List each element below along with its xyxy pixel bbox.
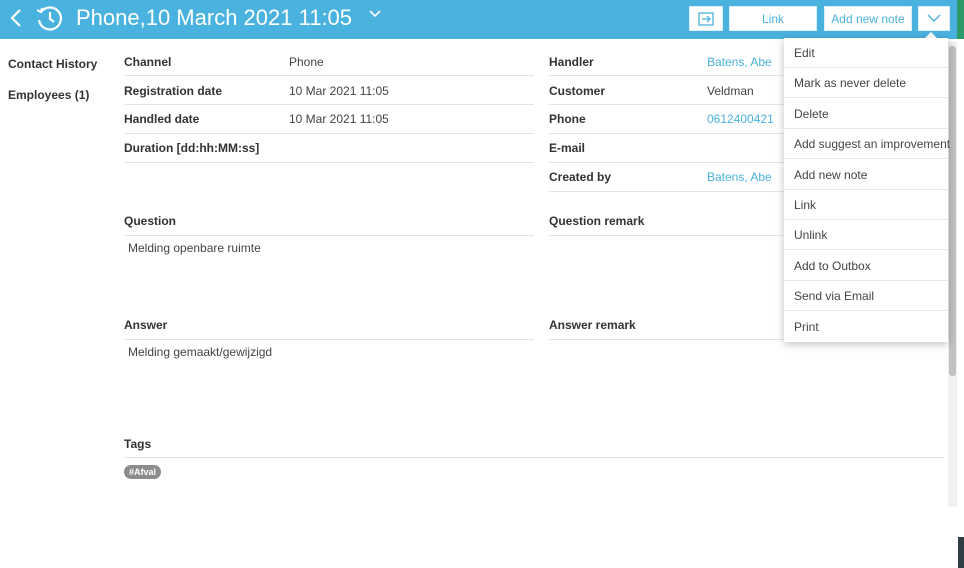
menu-item-add-new-note[interactable]: Add new note (784, 160, 948, 190)
header-bar: Phone,10 March 2021 11:05 Link Add new n… (0, 0, 964, 39)
divider (549, 339, 784, 340)
menu-item-add-to-outbox[interactable]: Add to Outbox (784, 251, 948, 281)
side-accent (957, 0, 964, 39)
history-clock-icon (36, 6, 62, 31)
tag-badge[interactable]: #Afval (124, 465, 162, 479)
handler-label: Handler (549, 55, 594, 69)
customer-value: Veldman (707, 84, 754, 98)
duration-label: Duration [dd:hh:MM:ss] (124, 141, 260, 155)
sidebar-item-contact-history[interactable]: Contact History (8, 57, 97, 71)
divider (549, 235, 784, 236)
menu-item-suggest-improvement[interactable]: Add suggest an improvement (784, 129, 950, 159)
answer-text: Melding gemaakt/gewijzigd (128, 345, 273, 359)
menu-item-unlink[interactable]: Unlink (784, 220, 948, 250)
chevron-down-icon (927, 14, 941, 22)
menu-item-send-via-email[interactable]: Send via Email (784, 281, 948, 311)
side-accent-bottom (958, 537, 964, 568)
divider (124, 75, 534, 76)
add-new-note-button[interactable]: Add new note (824, 6, 912, 31)
phone-link[interactable]: 0612400421 (707, 112, 774, 126)
question-remark-label: Question remark (549, 214, 645, 228)
channel-value: Phone (289, 55, 324, 69)
question-text: Melding openbare ruimte (128, 241, 261, 255)
page-title: Phone,10 March 2021 11:05 (76, 5, 353, 30)
menu-item-mark-never-delete[interactable]: Mark as never delete (784, 68, 948, 98)
email-label: E-mail (549, 141, 586, 155)
divider (549, 75, 784, 76)
link-button[interactable]: Link (729, 6, 817, 31)
divider (124, 235, 534, 236)
created-by-label: Created by (549, 170, 612, 184)
divider (549, 104, 784, 105)
menu-item-edit[interactable]: Edit (784, 38, 948, 68)
more-actions-button[interactable] (918, 6, 950, 31)
phone-label: Phone (549, 112, 586, 126)
export-button[interactable] (689, 6, 723, 31)
registration-date-label: Registration date (124, 84, 223, 98)
customer-label: Customer (549, 84, 606, 98)
divider (549, 191, 784, 192)
handled-date-label: Handled date (124, 112, 200, 126)
actions-dropdown-menu: Edit Mark as never delete Delete Add sug… (784, 38, 950, 342)
channel-label: Channel (124, 55, 172, 69)
answer-label: Answer (124, 318, 168, 332)
chevron-down-icon[interactable] (368, 9, 382, 19)
handled-date-value: 10 Mar 2021 11:05 (289, 112, 389, 126)
tags-label: Tags (124, 437, 152, 451)
divider (549, 162, 784, 163)
back-arrow-icon[interactable] (8, 7, 26, 29)
menu-item-print[interactable]: Print (784, 312, 948, 342)
divider (549, 133, 784, 134)
export-icon (698, 11, 714, 26)
created-by-link[interactable]: Batens, Abe (707, 170, 772, 184)
divider (124, 133, 534, 134)
registration-date-value: 10 Mar 2021 11:05 (289, 84, 389, 98)
sidebar-item-employees[interactable]: Employees (1) (8, 88, 89, 102)
menu-item-link[interactable]: Link (784, 190, 948, 220)
handler-link[interactable]: Batens, Abe (707, 55, 772, 69)
answer-remark-label: Answer remark (549, 318, 636, 332)
divider (124, 104, 534, 105)
divider (124, 339, 534, 340)
menu-item-delete[interactable]: Delete (784, 99, 948, 129)
scrollbar-thumb[interactable] (949, 46, 956, 376)
divider (124, 162, 534, 163)
divider (124, 457, 944, 458)
question-label: Question (124, 214, 177, 228)
